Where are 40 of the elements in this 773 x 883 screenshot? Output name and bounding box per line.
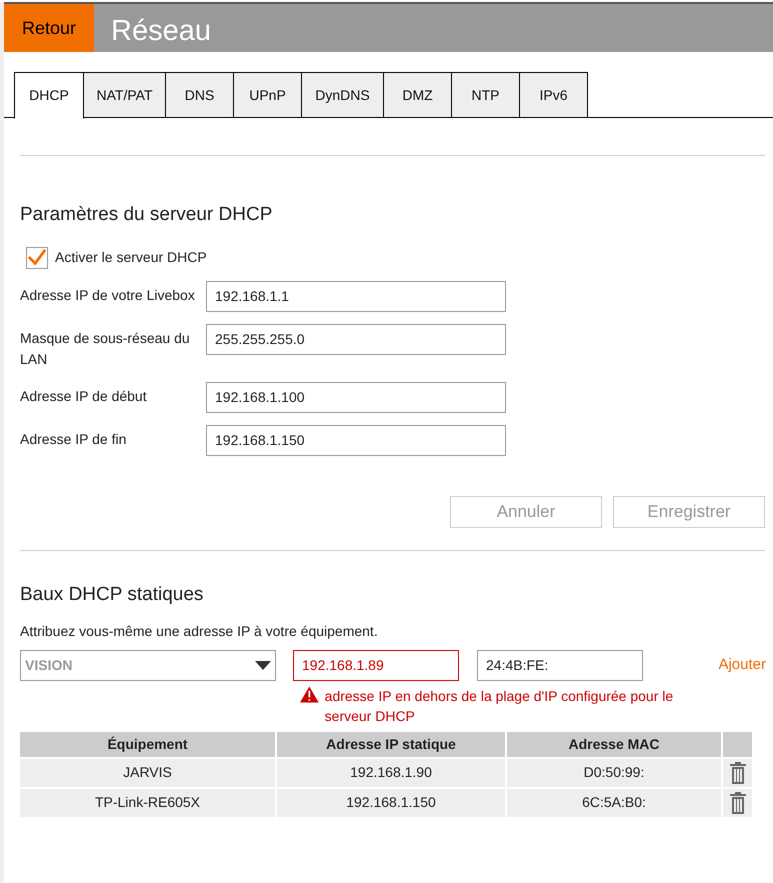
- tab[interactable]: DHCP: [14, 72, 84, 119]
- mac-input-field[interactable]: 24:4B:FE:: [477, 650, 643, 681]
- tab[interactable]: DNS: [166, 72, 234, 118]
- input-field[interactable]: 192.168.1.100: [206, 382, 506, 413]
- tab[interactable]: NAT/PAT: [84, 72, 166, 118]
- tab[interactable]: DynDNS: [302, 72, 384, 118]
- enable-checkbox[interactable]: [26, 246, 48, 269]
- input-field[interactable]: 255.255.255.0: [206, 324, 506, 355]
- page-title: Réseau: [110, 14, 211, 49]
- column-header: Adresse MAC: [507, 732, 721, 757]
- tab[interactable]: NTP: [452, 72, 520, 118]
- dropdown-value: VISION: [25, 656, 72, 675]
- back-button[interactable]: Retour: [4, 4, 94, 52]
- table-cell: D0:50:99:: [507, 758, 721, 787]
- table-cell: JARVIS: [20, 758, 275, 787]
- trash-icon[interactable]: [730, 762, 746, 784]
- field-label: Adresse IP de votre Livebox: [20, 286, 196, 305]
- input-field[interactable]: 192.168.1.150: [206, 424, 506, 456]
- field-label: Adresse IP de fin: [20, 430, 128, 449]
- description-text: Attribuez vous-même une adresse IP à votre équipement.: [20, 622, 379, 641]
- column-header: Équipement: [20, 732, 275, 757]
- warning-icon: [300, 684, 319, 704]
- error-message: adresse IP en dehors de la plage d'IP configurée pour le serveur DHCP: [324, 686, 674, 726]
- input-field[interactable]: 192.168.1.1: [206, 280, 506, 312]
- field-label: Masque de sous-réseau du LAN: [20, 328, 191, 369]
- checkbox-label: Activer le serveur DHCP: [55, 248, 207, 268]
- tab[interactable]: IPv6: [520, 72, 588, 118]
- dropdown-arrow-icon: [255, 660, 271, 670]
- table-cell: 6C:5A:B0:: [507, 788, 721, 817]
- tab[interactable]: UPnP: [234, 72, 302, 118]
- table-cell: TP-Link-RE605X: [20, 788, 275, 817]
- table-cell: 192.168.1.90: [277, 758, 505, 787]
- tab[interactable]: DMZ: [384, 72, 452, 118]
- section-heading: Paramètres du serveur DHCP: [20, 204, 274, 227]
- ip-input-field[interactable]: 192.168.1.89: [293, 650, 459, 681]
- trash-icon[interactable]: [730, 792, 746, 814]
- column-header: Adresse IP statique: [277, 732, 505, 757]
- table-cell: 192.168.1.150: [277, 788, 505, 817]
- section-heading: Baux DHCP statiques: [20, 584, 204, 607]
- field-label: Adresse IP de début: [20, 386, 148, 406]
